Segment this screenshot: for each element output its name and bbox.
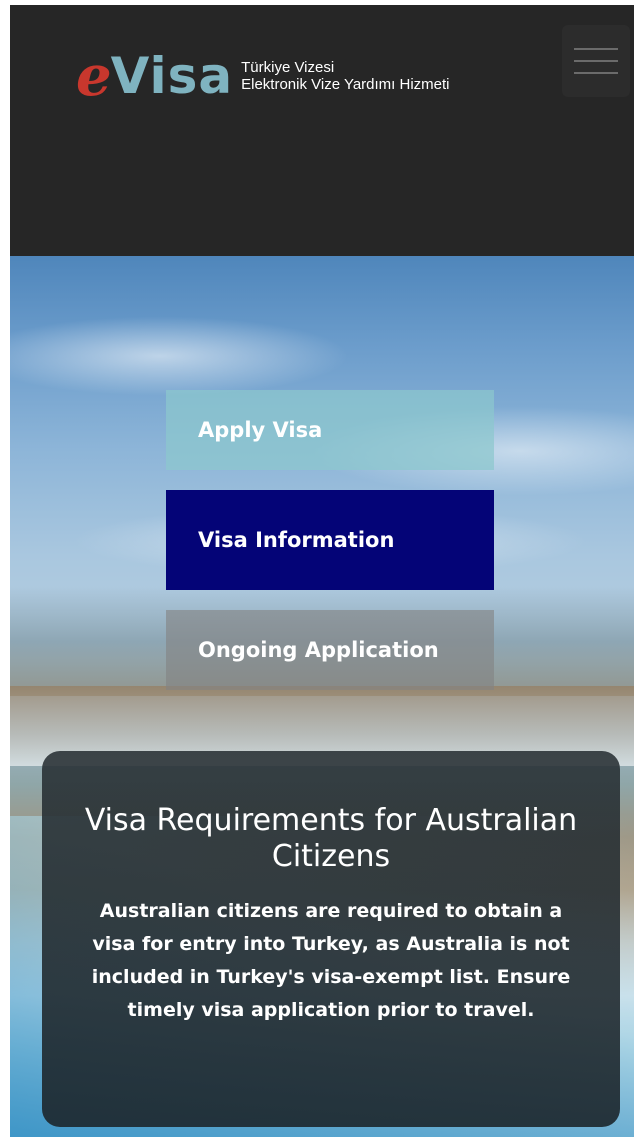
visa-requirements-card: Visa Requirements for Australian Citizen… — [42, 751, 620, 1127]
visa-information-button[interactable]: Visa Information — [166, 490, 494, 590]
hamburger-menu-icon-bar — [574, 48, 618, 50]
card-body-text: Australian citizens are required to obta… — [91, 900, 571, 1021]
evisa-logo[interactable]: e Visa Türkiye Vizesi Elektronik Vize Ya… — [76, 43, 450, 109]
hero-background-sky — [10, 316, 350, 396]
logo-visa-word: Visa — [110, 47, 234, 105]
hamburger-menu-button[interactable] — [562, 25, 630, 97]
page: e Visa Türkiye Vizesi Elektronik Vize Ya… — [0, 0, 639, 1137]
logo-tagline-line2: Elektronik Vize Yardımı Hizmeti — [241, 76, 450, 93]
logo-e-letter: e — [76, 43, 112, 109]
logo-tagline-line1: Türkiye Vizesi — [241, 59, 335, 76]
ongoing-application-button[interactable]: Ongoing Application — [166, 610, 494, 690]
logo-tagline: Türkiye Vizesi Elektronik Vize Yardımı H… — [241, 59, 449, 93]
site-header: e Visa Türkiye Vizesi Elektronik Vize Ya… — [10, 5, 634, 256]
apply-visa-button[interactable]: Apply Visa — [166, 390, 494, 470]
hamburger-menu-icon-bar — [574, 60, 618, 62]
card-title: Visa Requirements for Australian Citizen… — [84, 803, 578, 874]
hamburger-menu-icon-bar — [574, 72, 618, 74]
